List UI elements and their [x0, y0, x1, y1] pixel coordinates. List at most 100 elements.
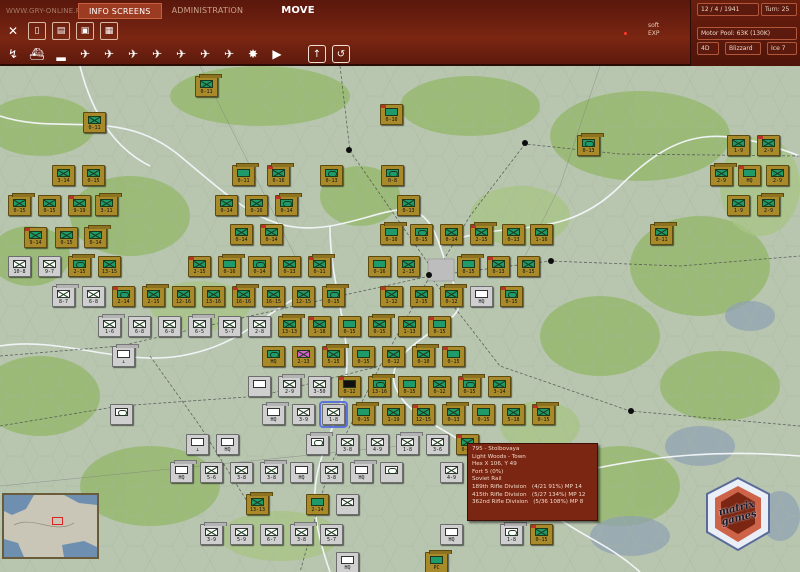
unit-counter[interactable]: HQ [470, 286, 493, 307]
unit-counter[interactable]: 3-8 [320, 462, 343, 483]
unit-counter[interactable]: 0-15 [532, 402, 559, 425]
unit-counter[interactable]: 0-15 [442, 346, 465, 367]
unit-list-icon[interactable]: ▯ [28, 22, 46, 40]
unit-counter[interactable]: 0-8 [381, 165, 404, 186]
unit-counter[interactable]: 0-14 [275, 193, 302, 216]
unit-counter[interactable]: 2-9 [710, 163, 737, 186]
unit-counter[interactable]: 0-13 [487, 256, 510, 277]
air-recon-icon[interactable]: ✈ [124, 45, 142, 63]
unit-counter[interactable]: 8-7 [52, 284, 79, 307]
unit-counter[interactable]: 0-13 [577, 133, 604, 156]
unit-counter[interactable]: 0-14 [230, 224, 253, 245]
unit-counter[interactable]: 2-15 [397, 256, 420, 277]
unit-counter[interactable]: 0-13 [320, 165, 343, 186]
unit-counter[interactable]: 2-14 [112, 286, 135, 307]
bombard-icon[interactable]: ✸ [244, 45, 262, 63]
unit-counter[interactable]: 2-14 [306, 494, 329, 515]
unit-counter[interactable]: 3-8 [260, 460, 287, 483]
unit-counter[interactable]: 0-15 [410, 224, 433, 245]
tab-info-screens[interactable]: INFO SCREENS [78, 3, 162, 19]
unit-counter[interactable]: 2-8 [248, 316, 271, 337]
unit-counter[interactable]: 1-8 [396, 432, 423, 455]
unit-counter[interactable]: 1-16 [530, 224, 553, 245]
unit-counter[interactable]: 13-15 [98, 256, 121, 277]
unit-counter[interactable]: 0-15 [500, 286, 523, 307]
unit-counter[interactable]: 4-9 [366, 434, 389, 455]
unit-counter[interactable]: 5-9 [230, 524, 253, 545]
unit-counter[interactable]: HQ [262, 346, 285, 367]
unit-counter[interactable]: 1-9 [727, 135, 750, 156]
unit-counter[interactable]: 16-15 [262, 286, 285, 307]
rail-move-icon[interactable]: ↯ [4, 45, 22, 63]
unit-counter[interactable]: 12-15 [292, 286, 315, 307]
air-transport-icon[interactable]: ✈ [76, 45, 94, 63]
unit-counter[interactable]: 13-16 [202, 286, 225, 307]
unit-counter[interactable]: 6-8 [82, 286, 105, 307]
unit-counter[interactable]: 13-13 [246, 492, 273, 515]
unit-counter[interactable]: 0-16 [368, 256, 391, 277]
unit-counter[interactable]: 0-15 [38, 195, 61, 216]
unit-counter[interactable]: 5-7 [320, 524, 343, 545]
save-icon[interactable]: ▣ [76, 22, 94, 40]
unit-counter[interactable]: 0-15 [352, 346, 375, 367]
unit-counter[interactable]: 2-9 [757, 193, 784, 216]
unit-counter[interactable]: 1-12 [380, 286, 403, 307]
unit-counter[interactable]: 5-7 [218, 316, 241, 337]
unit-counter[interactable]: 0-14 [260, 224, 283, 245]
unit-counter[interactable]: 0-15 [458, 374, 485, 397]
unit-counter[interactable]: 2-9 [757, 135, 780, 156]
unit-counter[interactable]: 9-14 [24, 227, 47, 248]
unit-counter[interactable]: HQ [216, 434, 239, 455]
minimap-viewport[interactable] [52, 517, 63, 525]
unit-counter[interactable]: 0-13 [278, 256, 301, 277]
unit-counter[interactable]: 0-15 [457, 254, 484, 277]
unit-counter[interactable]: 0-10 [380, 104, 403, 125]
report-icon[interactable]: ▤ [52, 22, 70, 40]
info-icon[interactable]: ↑ [308, 45, 326, 63]
unit-counter[interactable]: 12-15 [412, 404, 435, 425]
unit-counter[interactable]: 16-16 [232, 284, 259, 307]
unit-counter[interactable]: 5-15 [322, 344, 349, 367]
unit-counter[interactable]: 0-15 [82, 165, 105, 186]
unit-counter[interactable]: 1-13 [398, 316, 421, 337]
unit-counter[interactable]: 0-10 [412, 344, 439, 367]
unit-counter[interactable]: 5-6 [200, 462, 223, 483]
unit-counter[interactable]: 13-16 [368, 374, 395, 397]
unit-counter[interactable]: HQ [738, 165, 761, 186]
unit-counter[interactable]: 3-8 [336, 434, 359, 455]
unit-counter[interactable]: 6-5 [188, 314, 215, 337]
unit-counter[interactable] [380, 462, 403, 483]
unit-counter[interactable]: 6-8 [158, 316, 181, 337]
unit-counter[interactable]: 0-11 [195, 74, 222, 97]
unit-counter[interactable]: 0-16 [245, 195, 268, 216]
naval-icon[interactable]: ⛴ [28, 45, 46, 63]
unit-counter[interactable]: 2-9 [766, 165, 789, 186]
air-supply-icon[interactable]: ✈ [172, 45, 190, 63]
unit-counter[interactable]: PC [425, 550, 452, 572]
unit-counter[interactable]: 0-12 [440, 284, 467, 307]
unit-counter[interactable]: 0-11 [83, 112, 106, 133]
unit-counter[interactable]: HQ [440, 524, 463, 545]
landing-icon[interactable]: ▂ [52, 45, 70, 63]
unit-counter[interactable]: 3-8 [230, 462, 253, 483]
unit-counter[interactable]: 2-15 [470, 222, 497, 245]
unit-counter[interactable]: 0-15 [517, 256, 540, 277]
unit-counter[interactable]: 0-16 [218, 254, 245, 277]
next-turn-icon[interactable]: ▶ [268, 45, 286, 63]
unit-counter[interactable]: 0-11 [650, 222, 677, 245]
unit-counter[interactable]: 1-18 [308, 316, 331, 337]
unit-counter[interactable]: 2-15 [142, 284, 169, 307]
unit-counter[interactable]: ⊥ [186, 434, 209, 455]
unit-counter[interactable]: 2-13 [292, 346, 315, 367]
unit-counter[interactable]: 0-15 [368, 314, 395, 337]
grid-icon[interactable]: ▦ [100, 22, 118, 40]
unit-counter[interactable]: ⊥ [112, 344, 139, 367]
tab-move[interactable]: MOVE [271, 3, 325, 19]
unit-counter[interactable]: 3-14 [488, 376, 511, 397]
unit-counter[interactable]: 4-9 [440, 462, 463, 483]
close-icon[interactable]: ✕ [4, 22, 22, 40]
unit-counter[interactable]: HQ [336, 552, 359, 572]
unit-counter[interactable]: 3-6 [426, 434, 449, 455]
minimap[interactable] [2, 493, 99, 559]
unit-counter[interactable]: 0-13 [442, 402, 469, 425]
